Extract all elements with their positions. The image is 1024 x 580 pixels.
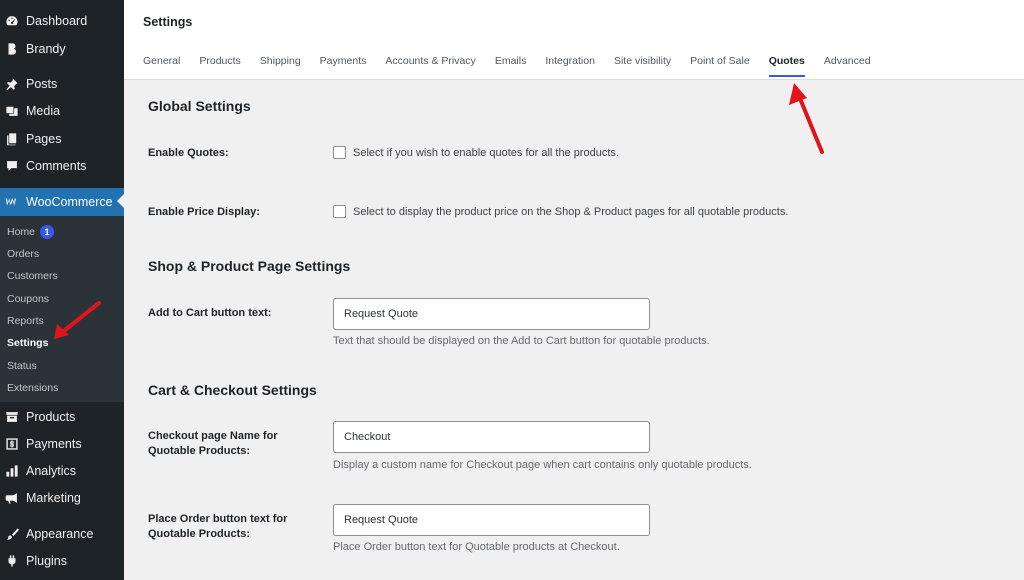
menu-appearance[interactable]: Appearance — [0, 521, 124, 547]
enable-price-display-label: Enable Price Display: — [148, 206, 260, 218]
menu-analytics[interactable]: Analytics — [0, 458, 124, 484]
enable-price-display-row: Select to display the product price on t… — [333, 205, 788, 218]
notification-badge: 1 — [40, 225, 55, 239]
paintbrush-icon — [5, 527, 19, 541]
menu-label: WooCommerce — [26, 195, 113, 209]
menu-label: Appearance — [26, 527, 94, 541]
submenu-extensions[interactable]: Extensions — [7, 380, 58, 396]
enable-quotes-checkbox[interactable] — [333, 146, 346, 159]
menu-label: Posts — [26, 77, 58, 91]
menu-label: Media — [26, 104, 61, 118]
bar-chart-icon — [5, 464, 19, 478]
submenu-orders[interactable]: Orders — [7, 246, 39, 262]
menu-label: Comments — [26, 159, 87, 173]
dollar-icon — [5, 437, 19, 451]
tab-quotes[interactable]: Quotes — [768, 55, 805, 77]
comment-icon — [5, 159, 19, 173]
checkout-page-name-description: Display a custom name for Checkout page … — [333, 459, 752, 471]
menu-posts[interactable]: Posts — [0, 71, 124, 97]
submenu-customers[interactable]: Customers — [7, 268, 58, 284]
menu-label: Payments — [26, 437, 82, 451]
add-to-cart-label: Add to Cart button text: — [148, 307, 272, 319]
menu-pages[interactable]: Pages — [0, 126, 124, 152]
woocommerce-submenu: Home 1 Orders Customers Coupons Reports … — [0, 216, 124, 402]
menu-plugins[interactable]: Plugins — [0, 548, 124, 574]
menu-dashboard[interactable]: Dashboard — [0, 8, 124, 34]
tab-site-visibility[interactable]: Site visibility — [614, 55, 671, 77]
menu-marketing[interactable]: Marketing — [0, 485, 124, 511]
enable-price-display-checkbox[interactable] — [333, 205, 346, 218]
submenu-label: Orders — [7, 248, 40, 260]
plugin-icon — [5, 554, 19, 568]
checkout-page-name-input[interactable]: Checkout — [333, 421, 650, 453]
megaphone-icon — [5, 491, 19, 505]
brandy-icon — [5, 42, 19, 56]
menu-media[interactable]: Media — [0, 98, 124, 124]
settings-header: Settings General Products Shipping Payme… — [124, 0, 1024, 80]
submenu-reports[interactable]: Reports — [7, 313, 44, 329]
tab-general[interactable]: General — [143, 55, 180, 77]
menu-label: Products — [26, 410, 76, 424]
menu-label: Brandy — [26, 42, 66, 56]
menu-woocommerce[interactable]: WooCommerce — [0, 188, 124, 216]
menu-label: Dashboard — [26, 14, 88, 28]
enable-quotes-text: Select if you wish to enable quotes for … — [353, 146, 619, 159]
pin-icon — [5, 77, 19, 91]
menu-comments[interactable]: Comments — [0, 153, 124, 179]
menu-label: Plugins — [26, 554, 67, 568]
enable-price-display-text: Select to display the product price on t… — [353, 205, 789, 218]
menu-brandy[interactable]: Brandy — [0, 36, 124, 62]
place-order-text-label: Place Order button text for Quotable Pro… — [148, 513, 288, 540]
enable-quotes-label: Enable Quotes: — [148, 147, 229, 159]
checkout-page-name-label: Checkout page Name for Quotable Products… — [148, 430, 278, 457]
tab-payments[interactable]: Payments — [320, 55, 367, 77]
dashboard-icon — [5, 14, 19, 28]
settings-form: Global Settings Enable Quotes: Select if… — [124, 81, 1024, 580]
tab-point-of-sale[interactable]: Point of Sale — [690, 55, 750, 77]
settings-tabs: General Products Shipping Payments Accou… — [143, 55, 890, 77]
tab-integration[interactable]: Integration — [545, 55, 595, 77]
menu-products[interactable]: Products — [0, 404, 124, 430]
media-icon — [5, 104, 19, 118]
add-to-cart-text-input[interactable]: Request Quote — [333, 298, 650, 330]
menu-label: Analytics — [26, 464, 77, 478]
admin-sidebar: Dashboard Brandy Posts Media Pages Comme… — [0, 0, 124, 580]
global-settings-title: Global Settings — [148, 98, 251, 114]
submenu-label: Coupons — [7, 293, 50, 305]
menu-label: Pages — [26, 132, 62, 146]
add-to-cart-description: Text that should be displayed on the Add… — [333, 335, 710, 347]
menu-payments[interactable]: Payments — [0, 431, 124, 457]
submenu-label: Extensions — [7, 382, 59, 394]
submenu-status[interactable]: Status — [7, 358, 37, 374]
archive-icon — [5, 410, 19, 424]
page-title: Settings — [143, 15, 193, 29]
submenu-home[interactable]: Home 1 — [7, 224, 55, 240]
tab-shipping[interactable]: Shipping — [260, 55, 301, 77]
shop-product-settings-title: Shop & Product Page Settings — [148, 258, 351, 274]
tab-products[interactable]: Products — [199, 55, 240, 77]
submenu-label: Home — [7, 226, 36, 238]
submenu-coupons[interactable]: Coupons — [7, 291, 49, 307]
submenu-settings[interactable]: Settings — [7, 335, 48, 351]
submenu-label: Customers — [7, 270, 58, 282]
enable-quotes-row: Select if you wish to enable quotes for … — [333, 146, 619, 159]
place-order-text-description: Place Order button text for Quotable pro… — [333, 541, 620, 553]
tab-advanced[interactable]: Advanced — [824, 55, 871, 77]
submenu-label: Status — [7, 360, 37, 372]
submenu-label: Reports — [7, 315, 44, 327]
woocommerce-icon — [5, 195, 19, 209]
pages-icon — [5, 132, 19, 146]
submenu-label: Settings — [7, 337, 49, 349]
tab-emails[interactable]: Emails — [495, 55, 527, 77]
tab-accounts-privacy[interactable]: Accounts & Privacy — [385, 55, 475, 77]
cart-checkout-settings-title: Cart & Checkout Settings — [148, 382, 317, 398]
place-order-text-input[interactable]: Request Quote — [333, 504, 650, 536]
menu-label: Marketing — [26, 491, 81, 505]
